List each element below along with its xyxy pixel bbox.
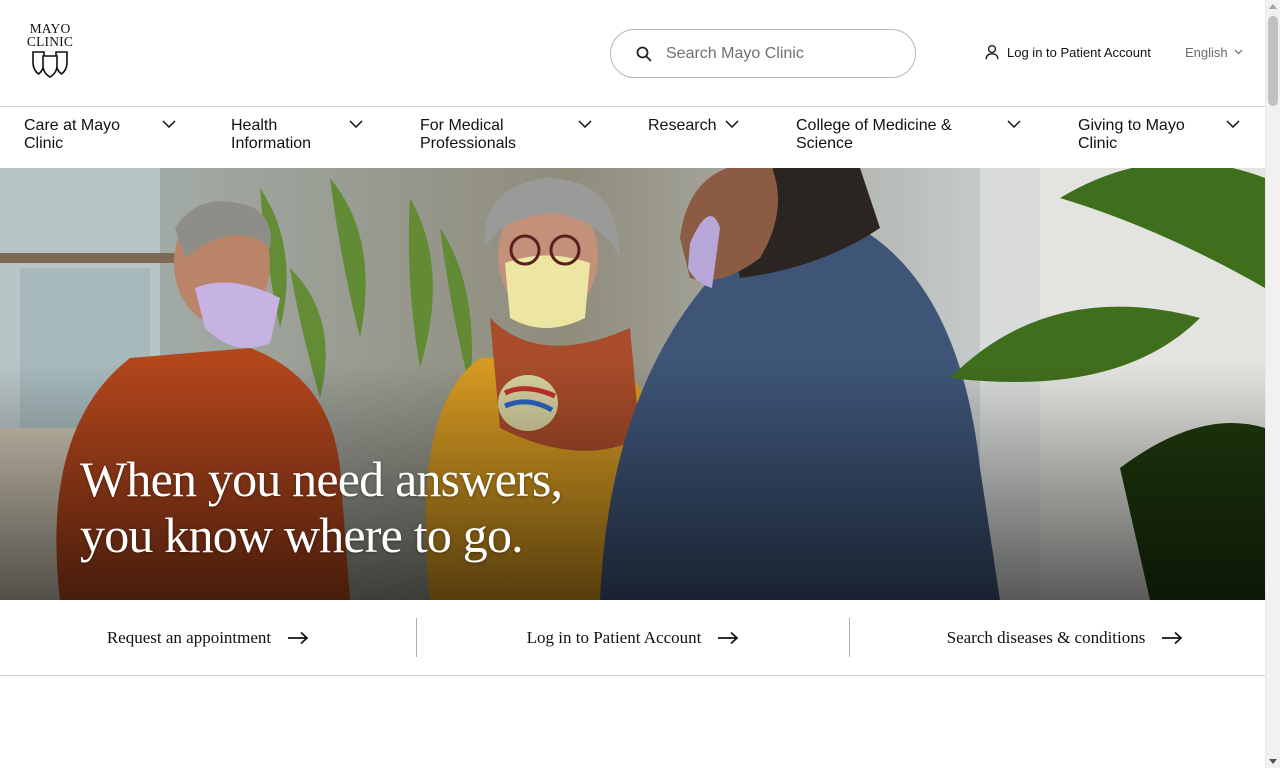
patient-account-label: Log in to Patient Account	[1007, 44, 1151, 60]
nav-care-at-mayo-clinic[interactable]: Care at Mayo Clinic	[24, 117, 176, 153]
quick-links-bar: Request an appointment Log in to Patient…	[0, 600, 1265, 676]
request-appointment-link[interactable]: Request an appointment	[0, 600, 416, 676]
quick-link-label: Search diseases & conditions	[946, 628, 1146, 647]
nav-label: College of Medicine & Science	[796, 117, 952, 152]
chevron-down-icon	[1234, 49, 1243, 55]
search-input[interactable]	[666, 39, 901, 69]
scroll-down-arrow-icon[interactable]	[1269, 759, 1277, 764]
user-icon	[985, 44, 999, 60]
chevron-down-icon	[725, 120, 739, 128]
site-header: MAYO CLINIC Log in to Patient Account	[0, 0, 1265, 107]
hero-banner: When you need answers, you know where to…	[0, 168, 1265, 600]
mayo-clinic-logo[interactable]: MAYO CLINIC	[22, 22, 78, 80]
search-box[interactable]	[610, 29, 916, 78]
nav-giving-to-mayo-clinic[interactable]: Giving to Mayo Clinic	[1078, 117, 1241, 153]
quick-link-label: Log in to Patient Account	[526, 628, 702, 647]
nav-research[interactable]: Research	[648, 117, 740, 135]
hero-heading-line1: When you need answers,	[80, 451, 563, 507]
page: MAYO CLINIC Log in to Patient Account	[0, 0, 1265, 768]
vertical-scrollbar[interactable]	[1265, 0, 1280, 768]
nav-label: Health Information	[231, 117, 312, 152]
nav-label: For Medical Professionals	[420, 117, 517, 152]
language-selector[interactable]: English	[1185, 42, 1243, 62]
arrow-right-icon	[1162, 631, 1183, 645]
hero-heading: When you need answers, you know where to…	[80, 451, 720, 563]
chevron-down-icon	[1007, 120, 1021, 128]
logo-word-clinic: CLINIC	[26, 34, 74, 49]
nav-for-medical-professionals[interactable]: For Medical Professionals	[420, 117, 592, 153]
primary-nav: Care at Mayo Clinic Health Information For…	[0, 108, 1265, 168]
scrollbar-thumb[interactable]	[1268, 16, 1278, 106]
three-shields-icon	[32, 51, 68, 78]
patient-account-quick-link[interactable]: Log in to Patient Account	[417, 600, 849, 676]
search-icon	[636, 46, 652, 62]
nav-health-information[interactable]: Health Information	[231, 117, 364, 153]
arrow-right-icon	[288, 631, 309, 645]
quick-link-label: Request an appointment	[106, 628, 272, 647]
language-label: English	[1185, 44, 1228, 60]
hero-heading-line2: you know where to go.	[80, 507, 524, 563]
patient-account-link[interactable]: Log in to Patient Account	[985, 42, 1151, 62]
search-diseases-link[interactable]: Search diseases & conditions	[850, 600, 1265, 676]
chevron-down-icon	[578, 120, 592, 128]
chevron-down-icon	[162, 120, 176, 128]
nav-label: Care at Mayo Clinic	[24, 117, 121, 152]
nav-label: Research	[648, 117, 717, 134]
arrow-right-icon	[718, 631, 739, 645]
chevron-down-icon	[1226, 120, 1240, 128]
nav-label: Giving to Mayo Clinic	[1078, 117, 1185, 152]
nav-college-of-medicine-science[interactable]: College of Medicine & Science	[796, 117, 1022, 153]
chevron-down-icon	[349, 120, 363, 128]
scroll-up-arrow-icon[interactable]	[1269, 4, 1277, 9]
